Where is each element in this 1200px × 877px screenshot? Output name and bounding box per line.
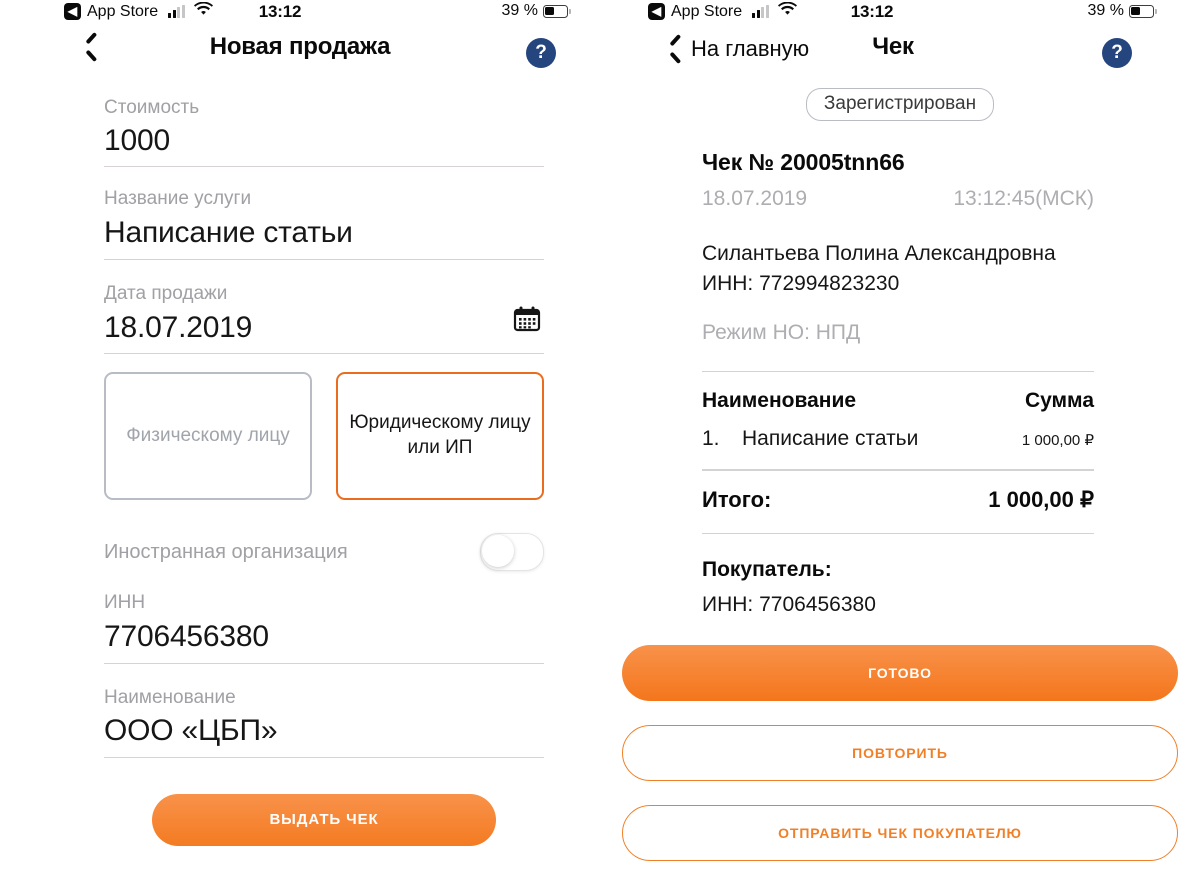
field-sale-date[interactable]: Дата продажи 18.07.2019 [104, 282, 544, 355]
buyer-type-legal-entity[interactable]: Юридическому лицу или ИП [336, 372, 544, 501]
repeat-button[interactable]: ПОВТОРИТЬ [622, 725, 1178, 781]
seller-block: Силантьева Полина Александровна ИНН: 772… [702, 239, 1094, 299]
new-sale-form: Стоимость 1000 Название услуги Написание… [0, 97, 600, 846]
field-company-name-label: Наименование [104, 686, 236, 708]
status-bar-battery-area: 39 % [501, 2, 571, 20]
total-row: Итого: 1 000,00 ₽ [702, 487, 1094, 513]
buyer-label: Покупатель: [702, 558, 832, 582]
divider [702, 469, 1094, 471]
divider [702, 532, 1094, 535]
tax-regime: Режим НО: НПД [702, 320, 861, 344]
status-bar-clock: 13:12 [258, 2, 302, 21]
battery-percent-label: 39 % [501, 2, 538, 19]
receipt-date: 18.07.2019 [702, 187, 808, 210]
total-amount: 1 000,00 ₽ [988, 486, 1094, 512]
dual-screenshot-container: ◀ App Store 13:12 39 % Новая продажа ? С… [0, 0, 1200, 877]
field-inn[interactable]: ИНН 7706456380 [104, 592, 544, 664]
issue-receipt-button[interactable]: ВЫДАТЬ ЧЕК [152, 793, 496, 846]
field-underline [104, 166, 544, 168]
seller-inn: ИНН: 772994823230 [702, 271, 900, 295]
buyer-type-individual[interactable]: Физическому лицу [104, 372, 312, 501]
battery-percent-label: 39 % [1087, 2, 1124, 19]
field-underline [104, 258, 544, 260]
column-header-name: Наименование [702, 389, 857, 413]
foreign-organization-toggle[interactable] [480, 533, 544, 572]
help-icon[interactable]: ? [526, 38, 556, 68]
field-service-name-label: Название услуги [104, 188, 252, 210]
help-icon[interactable]: ? [1102, 38, 1132, 68]
field-cost-value[interactable]: 1000 [104, 122, 544, 160]
item-index: 1. [702, 427, 720, 451]
field-company-name[interactable]: Наименование ООО «ЦБП» [104, 686, 544, 758]
nav-bar-left: Новая продажа ? [0, 30, 600, 76]
field-inn-label: ИНН [104, 592, 146, 614]
field-company-name-value[interactable]: ООО «ЦБП» [104, 712, 544, 750]
status-bar-left: ◀ App Store 13:12 39 % [0, 0, 600, 30]
items-table-header: Наименование Сумма [702, 389, 1094, 413]
status-bar-right: ◀ App Store 13:12 39 % [600, 0, 1200, 30]
field-underline [104, 662, 544, 664]
field-service-name-value[interactable]: Написание статьи [104, 214, 544, 252]
receipt-datetime-row: 18.07.2019 13:12:45(МСК) [702, 187, 1094, 211]
left-phone-screen: ◀ App Store 13:12 39 % Новая продажа ? С… [0, 0, 600, 877]
field-sale-date-label: Дата продажи [104, 282, 228, 304]
field-underline [104, 353, 544, 355]
receipt-action-buttons: ГОТОВО ПОВТОРИТЬ ОТПРАВИТЬ ЧЕК ПОКУПАТЕЛ… [600, 645, 1200, 877]
column-header-amount: Сумма [1024, 389, 1094, 413]
field-sale-date-value[interactable]: 18.07.2019 [104, 309, 544, 347]
status-bar-battery-area: 39 % [1087, 2, 1157, 20]
total-label: Итого: [702, 486, 772, 512]
battery-icon [543, 4, 571, 18]
page-title: Новая продажа [209, 33, 391, 60]
status-badge: Зарегистрирован [805, 88, 995, 121]
receipt-time: 13:12:45(МСК) [953, 187, 1094, 210]
table-row: 1. Написание статьи 1 000,00 ₽ [702, 427, 1094, 451]
foreign-organization-row: Иностранная организация [104, 533, 544, 572]
toggle-knob [482, 535, 514, 568]
receipt-number: Чек № 20005tnn66 [702, 149, 905, 175]
divider [702, 370, 1094, 373]
buyer-type-selector: Физическому лицу Юридическому лицу или И… [104, 372, 544, 501]
send-receipt-to-buyer-button[interactable]: ОТПРАВИТЬ ЧЕК ПОКУПАТЕЛЮ [622, 805, 1178, 861]
field-service-name[interactable]: Название услуги Написание статьи [104, 188, 544, 260]
field-cost-label: Стоимость [104, 97, 200, 118]
right-phone-screen: ◀ App Store 13:12 39 % На главную Чек ? … [600, 0, 1200, 877]
field-underline [104, 756, 544, 758]
item-amount: 1 000,00 ₽ [1021, 432, 1094, 450]
battery-icon [1129, 4, 1157, 18]
field-cost[interactable]: Стоимость 1000 [104, 97, 544, 168]
field-inn-value[interactable]: 7706456380 [104, 618, 544, 656]
status-bar-clock: 13:12 [850, 2, 894, 21]
status-badge-container: Зарегистрирован [600, 88, 1200, 121]
done-button[interactable]: ГОТОВО [622, 645, 1178, 701]
buyer-inn: ИНН: 7706456380 [702, 593, 876, 617]
nav-bar-right: На главную Чек ? [600, 30, 1200, 76]
receipt-body: Чек № 20005tnn66 18.07.2019 13:12:45(МСК… [600, 149, 1200, 617]
calendar-icon[interactable] [512, 304, 542, 334]
seller-name: Силантьева Полина Александровна [702, 242, 1056, 265]
foreign-organization-label: Иностранная организация [104, 540, 348, 563]
item-name: Написание статьи [742, 427, 919, 451]
